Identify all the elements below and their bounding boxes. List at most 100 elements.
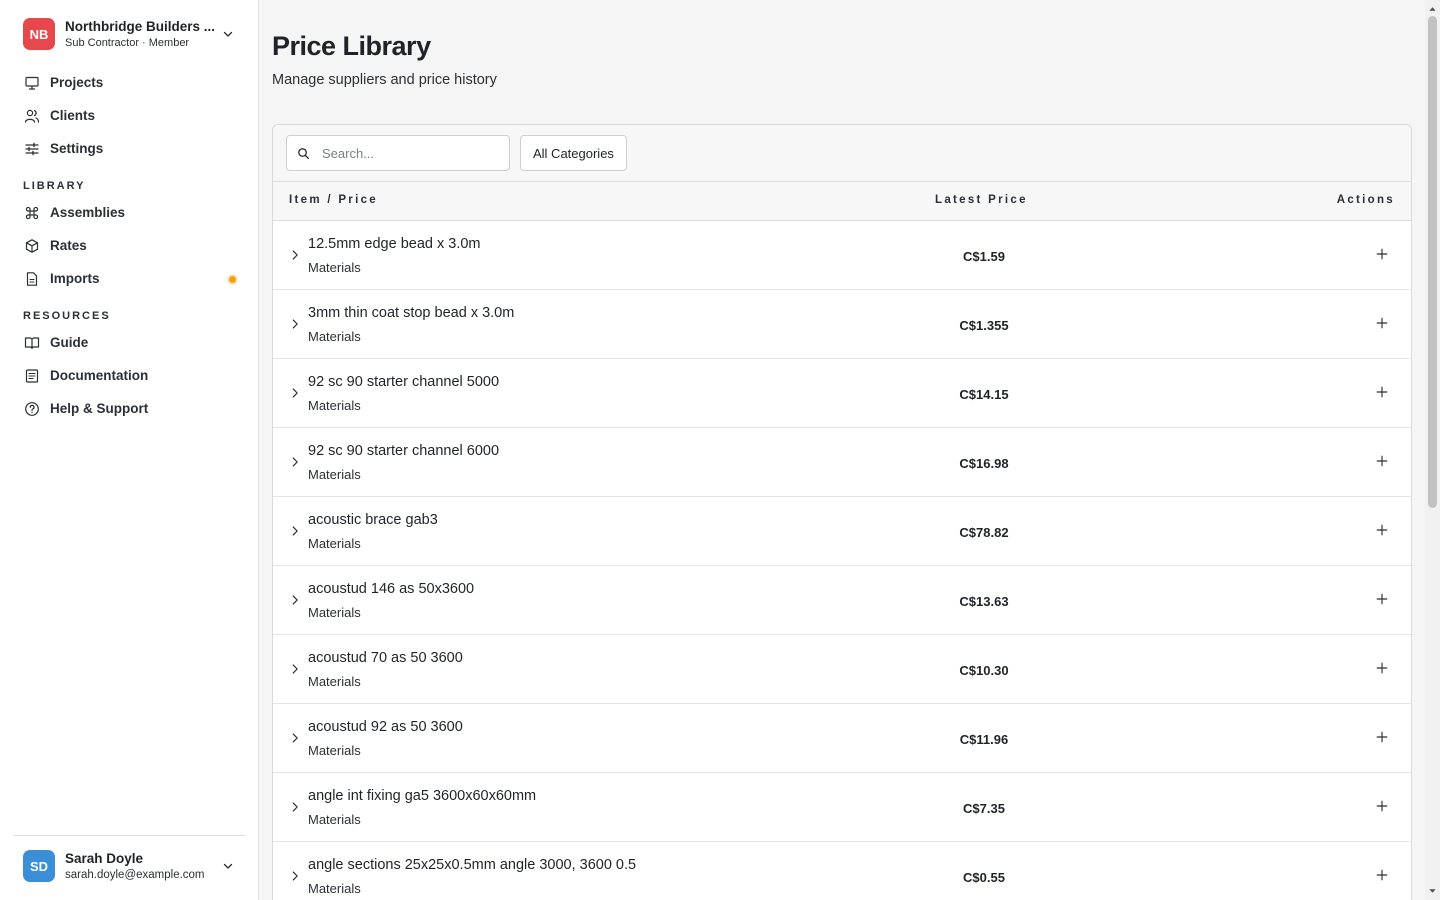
item-name: angle int fixing ga5 3600x60x60mm — [308, 788, 537, 804]
column-header-actions: Actions — [1336, 194, 1395, 206]
latest-price: C$1.59 — [963, 249, 1005, 264]
item-category: Materials — [308, 743, 361, 758]
table-row[interactable]: 92 sc 90 starter channel 5000 Materials C$… — [273, 359, 1411, 428]
latest-price: C$10.30 — [959, 663, 1009, 678]
plus-icon[interactable] — [1373, 452, 1391, 470]
table-row[interactable]: acoustic brace gab3 Materials C$78.82 — [273, 497, 1411, 566]
chevron-right-icon[interactable] — [287, 661, 303, 677]
cube-icon — [24, 238, 40, 254]
presentation-icon — [24, 75, 40, 91]
file-icon — [24, 271, 40, 287]
sidebar-item-documentation[interactable]: Documentation — [12, 359, 244, 392]
sidebar-item-label: Rates — [50, 238, 87, 253]
latest-price: C$14.15 — [959, 387, 1009, 402]
plus-icon[interactable] — [1373, 659, 1391, 677]
item-category: Materials — [308, 260, 361, 275]
sidebar-item-label: Help & Support — [50, 401, 149, 416]
sidebar-item-label: Imports — [50, 271, 100, 286]
org-switcher[interactable]: NB Northbridge Builders ... Sub Contract… — [12, 12, 244, 56]
table-row[interactable]: acoustud 92 as 50 3600 Materials C$11.96 — [273, 704, 1411, 773]
item-category: Materials — [308, 329, 361, 344]
item-category: Materials — [308, 605, 361, 620]
plus-icon[interactable] — [1373, 728, 1391, 746]
main-content: Price Library Manage suppliers and price… — [259, 0, 1425, 900]
item-name: 92 sc 90 starter channel 6000 — [308, 443, 500, 459]
plus-icon[interactable] — [1373, 797, 1391, 815]
latest-price: C$11.96 — [959, 732, 1009, 747]
sidebar-item-label: Settings — [50, 141, 104, 156]
table-row[interactable]: 3mm thin coat stop bead x 3.0m Materials C… — [273, 290, 1411, 359]
chevron-right-icon[interactable] — [287, 316, 303, 332]
scrollbar[interactable] — [1425, 0, 1440, 900]
notification-dot — [229, 275, 236, 283]
item-category: Materials — [308, 398, 361, 413]
sidebar-item-assemblies[interactable]: Assemblies — [12, 196, 244, 229]
chevron-right-icon[interactable] — [287, 799, 303, 815]
item-name: acoustud 92 as 50 3600 — [308, 719, 463, 735]
sidebar-item-label: Clients — [50, 108, 96, 123]
sidebar-item-help[interactable]: Help & Support — [12, 392, 244, 425]
plus-icon[interactable] — [1373, 866, 1391, 884]
category-filter-button[interactable]: All Categories — [520, 135, 627, 171]
chevron-right-icon[interactable] — [287, 247, 303, 263]
table-row[interactable]: 12.5mm edge bead x 3.0m Materials C$1.59 — [273, 221, 1411, 290]
latest-price: C$16.98 — [959, 456, 1009, 471]
scrollbar-thumb[interactable] — [1428, 16, 1437, 508]
table-row[interactable]: angle sections 25x25x0.5mm angle 3000, 3… — [273, 842, 1411, 900]
plus-icon[interactable] — [1373, 521, 1391, 539]
page-title: Price Library — [272, 31, 431, 61]
price-library-card: All Categories Item / Price Latest Price… — [272, 124, 1412, 900]
sliders-icon — [24, 141, 40, 157]
book-open-icon — [24, 335, 40, 351]
item-name: 3mm thin coat stop bead x 3.0m — [308, 305, 515, 321]
plus-icon[interactable] — [1373, 383, 1391, 401]
plus-icon[interactable] — [1373, 314, 1391, 332]
chevron-right-icon[interactable] — [287, 454, 303, 470]
item-category: Materials — [308, 881, 361, 896]
table-header: Item / Price Latest Price Actions — [273, 182, 1411, 221]
search-box[interactable] — [286, 135, 510, 171]
item-name: angle sections 25x25x0.5mm angle 3000, 3… — [308, 857, 637, 873]
sidebar-nav: Projects Clients Settings LIBRARY Assemb… — [12, 66, 244, 425]
plus-icon[interactable] — [1373, 590, 1391, 608]
chevron-right-icon[interactable] — [287, 523, 303, 539]
sidebar-item-label: Projects — [50, 75, 104, 90]
latest-price: C$78.82 — [959, 525, 1009, 540]
scroll-up-arrow-icon[interactable] — [1428, 4, 1437, 14]
sidebar-item-rates[interactable]: Rates — [12, 229, 244, 262]
chevron-right-icon[interactable] — [287, 730, 303, 746]
table-row[interactable]: acoustud 70 as 50 3600 Materials C$10.30 — [273, 635, 1411, 704]
sidebar-item-label: Guide — [50, 335, 89, 350]
user-email: sarah.doyle@example.com — [65, 869, 205, 881]
chevron-right-icon[interactable] — [287, 592, 303, 608]
table-row[interactable]: acoustud 146 as 50x3600 Materials C$13.63 — [273, 566, 1411, 635]
item-name: 12.5mm edge bead x 3.0m — [308, 236, 481, 252]
command-icon — [24, 205, 40, 221]
chevron-right-icon[interactable] — [287, 868, 303, 884]
chevron-right-icon[interactable] — [287, 385, 303, 401]
divider — [13, 835, 245, 836]
scroll-down-arrow-icon[interactable] — [1428, 886, 1437, 896]
sidebar-item-settings[interactable]: Settings — [12, 132, 244, 165]
column-header-item: Item / Price — [289, 194, 378, 206]
column-header-price: Latest Price — [935, 194, 1028, 206]
search-icon — [298, 147, 310, 159]
user-text: Sarah Doyle sarah.doyle@example.com — [65, 851, 220, 881]
user-menu[interactable]: SD Sarah Doyle sarah.doyle@example.com — [12, 844, 244, 888]
sidebar-item-clients[interactable]: Clients — [12, 99, 244, 132]
table-row[interactable]: 92 sc 90 starter channel 6000 Materials C$… — [273, 428, 1411, 497]
latest-price: C$7.35 — [963, 801, 1005, 816]
table-row[interactable]: angle int fixing ga5 3600x60x60mm Materia… — [273, 773, 1411, 842]
chevron-down-icon — [223, 31, 233, 37]
section-label-resources: RESOURCES — [23, 310, 111, 322]
sidebar: NB Northbridge Builders ... Sub Contract… — [0, 0, 259, 900]
sidebar-item-imports[interactable]: Imports — [12, 262, 244, 295]
sidebar-item-label: Assemblies — [50, 205, 126, 220]
org-role: Sub Contractor · Member — [65, 37, 190, 49]
item-category: Materials — [308, 812, 361, 827]
search-input[interactable] — [322, 145, 492, 161]
plus-icon[interactable] — [1373, 245, 1391, 263]
sidebar-item-guide[interactable]: Guide — [12, 326, 244, 359]
item-category: Materials — [308, 467, 361, 482]
sidebar-item-projects[interactable]: Projects — [12, 66, 244, 99]
